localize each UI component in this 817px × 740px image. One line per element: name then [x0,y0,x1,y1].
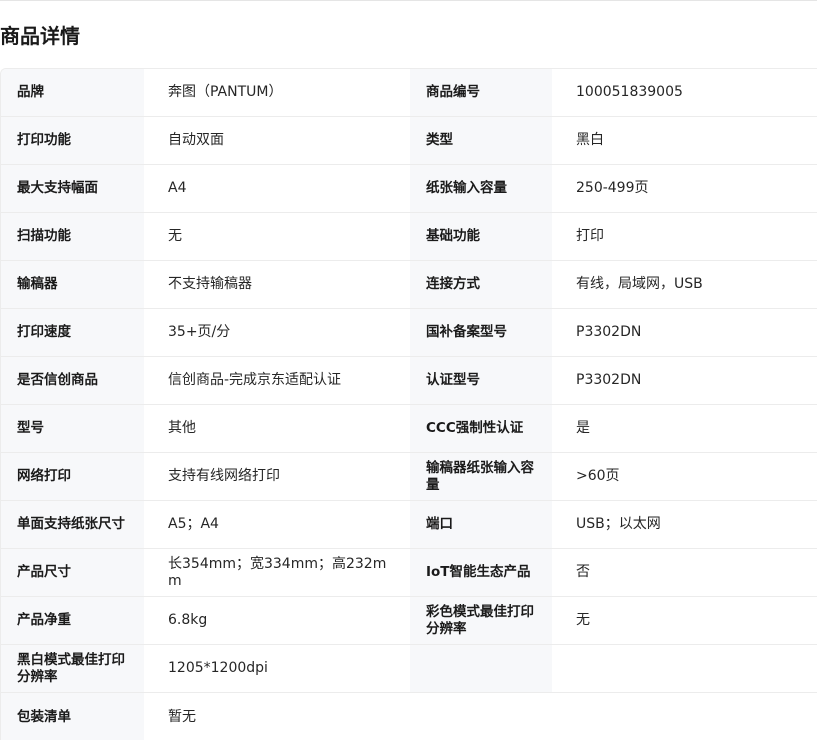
spec-value: 黑白 [552,117,817,165]
spec-value: 100051839005 [552,69,817,117]
spec-label: 输稿器 [1,261,144,309]
spec-value: 250-499页 [552,165,817,213]
spec-label: 认证型号 [410,357,552,405]
spec-value: 35+页/分 [144,309,410,357]
spec-label: 连接方式 [410,261,552,309]
spec-value: 支持有线网络打印 [144,453,410,501]
section-title: 商品详情 [0,24,80,48]
spec-label: 网络打印 [1,453,144,501]
top-divider [0,0,817,1]
spec-label: 端口 [410,501,552,549]
empty-label-cell [410,645,552,693]
spec-label: CCC强制性认证 [410,405,552,453]
spec-value: 信创商品-完成京东适配认证 [144,357,410,405]
spec-value: 无 [144,213,410,261]
spec-label: 输稿器纸张输入容量 [410,453,552,501]
spec-value: P3302DN [552,309,817,357]
spec-label: 扫描功能 [1,213,144,261]
spec-label: 商品编号 [410,69,552,117]
spec-value: A5；A4 [144,501,410,549]
spec-label: 单面支持纸张尺寸 [1,501,144,549]
spec-label: 国补备案型号 [410,309,552,357]
spec-label: 最大支持幅面 [1,165,144,213]
spec-label: 类型 [410,117,552,165]
spec-value: 不支持输稿器 [144,261,410,309]
spec-label: 打印功能 [1,117,144,165]
spec-value: 自动双面 [144,117,410,165]
spec-value: 奔图（PANTUM） [144,69,410,117]
spec-value: >60页 [552,453,817,501]
spec-label: 型号 [1,405,144,453]
spec-label: 打印速度 [1,309,144,357]
spec-value: A4 [144,165,410,213]
spec-label: 是否信创商品 [1,357,144,405]
spec-value: 其他 [144,405,410,453]
spec-value: 1205*1200dpi [144,645,410,693]
spec-value: 是 [552,405,817,453]
spec-label: IoT智能生态产品 [410,549,552,597]
spec-label: 纸张输入容量 [410,165,552,213]
spec-label: 品牌 [1,69,144,117]
empty-value-cell [552,645,817,693]
spec-value: 6.8kg [144,597,410,645]
spec-label: 彩色模式最佳打印分辨率 [410,597,552,645]
spec-label: 基础功能 [410,213,552,261]
spec-label: 包装清单 [1,693,144,740]
spec-value: 有线，局域网，USB [552,261,817,309]
spec-value: 无 [552,597,817,645]
spec-label: 黑白模式最佳打印分辨率 [1,645,144,693]
spec-label: 产品净重 [1,597,144,645]
spec-table: 品牌 打印功能 最大支持幅面 扫描功能 输稿器 打印速度 是否信创商品 型号 网… [0,68,817,740]
spec-value: 暂无 [144,693,410,740]
spec-value: 否 [552,549,817,597]
spec-value: P3302DN [552,357,817,405]
spec-value: USB；以太网 [552,501,817,549]
spec-value: 打印 [552,213,817,261]
spec-label: 产品尺寸 [1,549,144,597]
spec-value: 长354mm；宽334mm；高232mm [144,549,410,597]
